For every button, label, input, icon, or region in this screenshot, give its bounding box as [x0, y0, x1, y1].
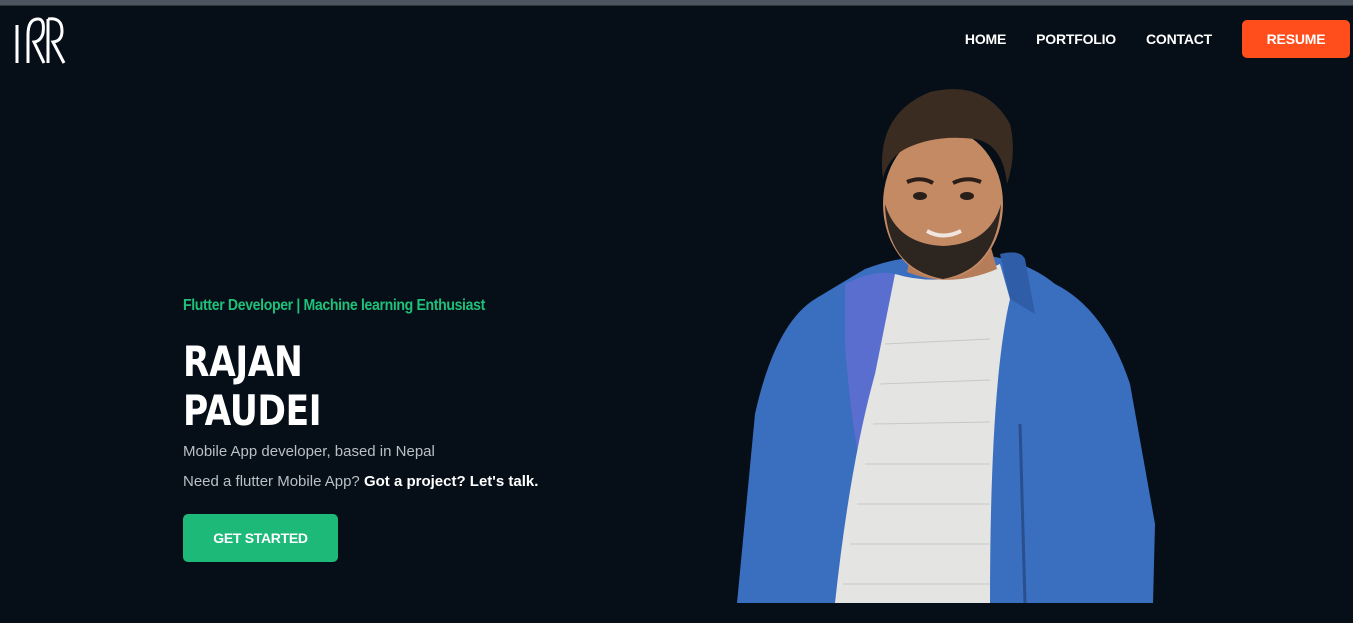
nav-home-link[interactable]: HOME — [965, 31, 1006, 47]
resume-button[interactable]: RESUME — [1242, 20, 1350, 58]
hero-name-last: PAUDEI — [183, 386, 322, 435]
nav-portfolio-link[interactable]: PORTFOLIO — [1036, 31, 1116, 47]
person-portrait-illustration — [737, 89, 1155, 604]
rr-logo-icon — [15, 17, 66, 64]
get-started-button[interactable]: GET STARTED — [183, 514, 338, 562]
site-logo[interactable] — [14, 15, 68, 65]
hero-name-first: RAJAN — [183, 337, 303, 386]
nav-contact-link[interactable]: CONTACT — [1146, 31, 1212, 47]
hero-description: Mobile App developer, based in Nepal — [183, 443, 435, 460]
hero-cta-prefix: Need a flutter Mobile App? — [183, 473, 364, 490]
hero-name: RAJAN PAUDEI — [183, 337, 593, 435]
hero-cta-strong: Got a project? Let's talk. — [363, 473, 539, 490]
main-navigation: HOME PORTFOLIO CONTACT RESUME — [965, 20, 1350, 58]
hero-section: Flutter Developer | Machine learning Ent… — [183, 297, 683, 562]
profile-photo — [735, 84, 1160, 604]
hero-tagline: Flutter Developer | Machine learning Ent… — [183, 297, 485, 314]
browser-top-strip — [0, 0, 1353, 6]
hero-cta-text: Need a flutter Mobile App? Got a project… — [183, 473, 683, 490]
